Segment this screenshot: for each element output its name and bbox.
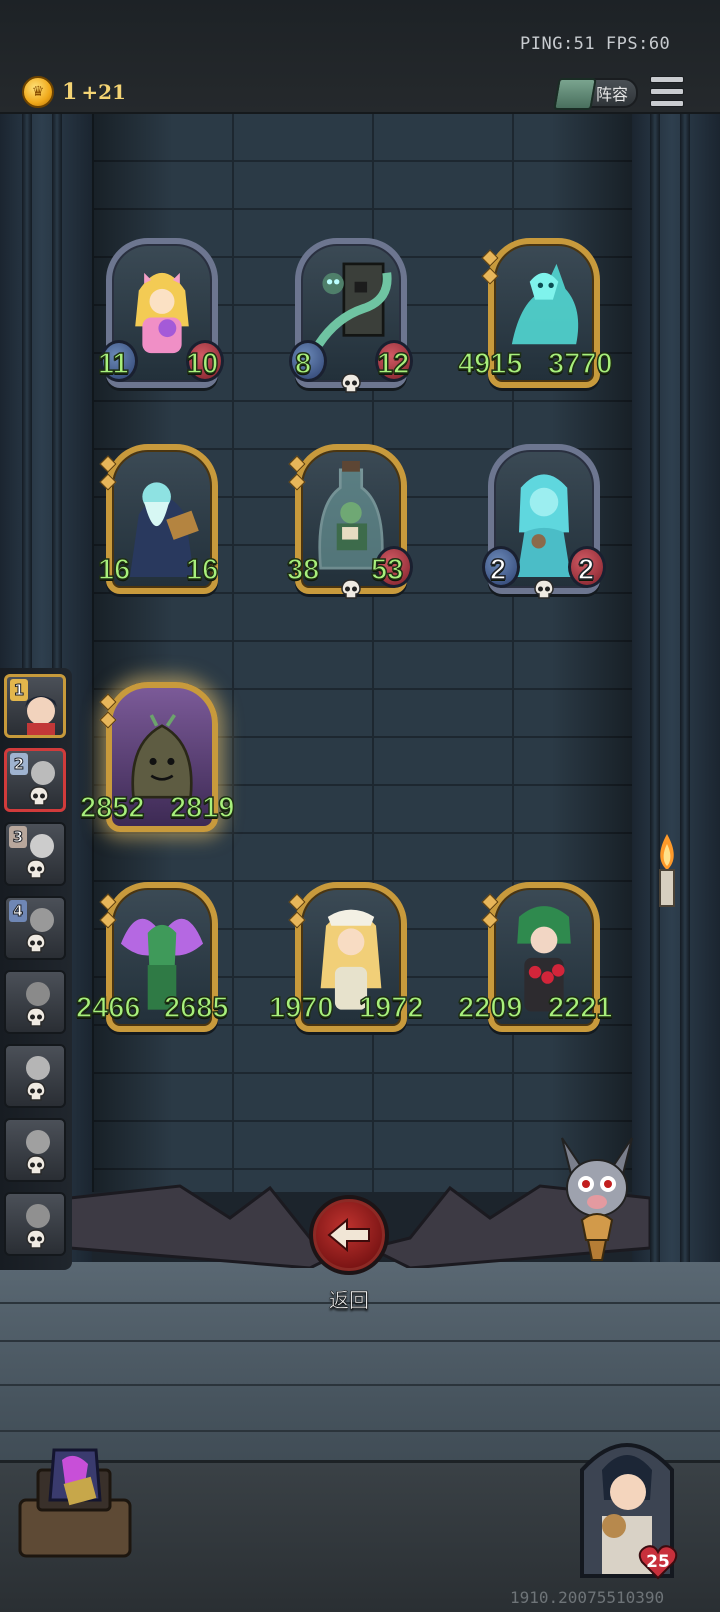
skull-icon [26,1229,46,1249]
unit-attack: 8 [294,347,312,381]
unit-attack: 2209 [457,991,523,1025]
unit-health: 2819 [169,791,235,825]
opponent-roster: 1 2 3 4 [0,668,72,1270]
unit-health: 2 [577,553,595,587]
roster-slot[interactable]: 1 [4,674,66,738]
unit-card-lurker-block[interactable]: 8 12 [289,238,413,393]
unit-card-magical-girl[interactable]: 11 10 [97,238,224,388]
unit-health: 10 [185,347,219,381]
unit-health: 1972 [358,991,424,1025]
roster-slot[interactable]: 3 [4,822,66,886]
unit-card-rock-golem[interactable]: 2852 2819 [79,682,235,832]
unit-card-ghost-girl[interactable]: 2 2 [482,444,606,599]
coin-count: 1 [62,79,78,105]
lineup-label: 阵容 [595,85,628,104]
roster-slot[interactable]: 4 [4,896,66,960]
skull-icon [26,1081,46,1101]
hero-health-value: 25 [646,1552,670,1572]
roster-slot[interactable] [4,1192,66,1256]
unit-health: 3770 [547,347,613,381]
unit-attack: 4915 [457,347,523,381]
lineup-button[interactable]: 阵容 [553,78,638,110]
coin-income: +21 [81,80,126,104]
shop-shrine-icon[interactable] [10,1440,140,1560]
unit-card-fairy-druid[interactable]: 2466 2685 [75,882,229,1032]
rank-badge: 1 [10,679,28,701]
right-pillar [632,112,720,1262]
skull-icon [26,1155,46,1175]
bat-pet-icon[interactable] [552,1128,642,1268]
roster-slot[interactable]: 2 [4,748,66,812]
crown-coin-icon: ♛ [22,76,54,108]
skull-icon [29,786,49,806]
arrow-left-icon [327,1218,370,1252]
book-icon [553,78,597,110]
unit-attack: 2 [489,553,507,587]
unit-health: 16 [185,553,219,587]
back-button[interactable] [309,1195,389,1275]
roster-slot[interactable] [4,1044,66,1108]
unit-card-spectral-wolf[interactable]: 4915 3770 [457,238,613,388]
roster-slot[interactable] [4,1118,66,1182]
unit-attack: 1970 [268,991,334,1025]
version-text: 1910.20075510390 [510,1588,665,1607]
unit-card-elf-maiden[interactable]: 1970 1972 [268,882,424,1032]
skull-icon [341,373,361,393]
rank-badge: 3 [9,826,27,848]
unit-attack: 2852 [79,791,145,825]
skull-icon [534,579,554,599]
rank-badge: 2 [10,753,28,775]
unit-health: 2221 [547,991,613,1025]
hero-health: 25 [638,1544,678,1580]
rank-badge: 4 [9,900,27,922]
roster-slot[interactable] [4,970,66,1034]
coin-counter: ♛ 1 +21 [22,76,126,108]
ping-fps-readout: PING:51 FPS:60 [520,34,671,54]
torch-icon [659,834,675,907]
skull-icon [26,1007,46,1027]
unit-attack: 11 [97,347,129,381]
unit-health: 2685 [163,991,229,1025]
menu-icon[interactable] [650,76,684,107]
skull-icon [341,579,361,599]
unit-health: 12 [376,347,410,381]
skull-icon [26,859,46,879]
unit-attack: 38 [286,553,320,587]
unit-attack: 2466 [75,991,141,1025]
unit-health: 53 [370,553,404,587]
back-label: 返回 [329,1288,370,1313]
skull-icon [26,933,46,953]
unit-attack: 16 [97,553,131,587]
unit-card-berry-witch[interactable]: 2209 2221 [457,882,613,1032]
unit-card-bottled-reader[interactable]: 38 53 [286,444,413,599]
unit-card-ghost-sage[interactable]: 16 16 [97,444,219,594]
